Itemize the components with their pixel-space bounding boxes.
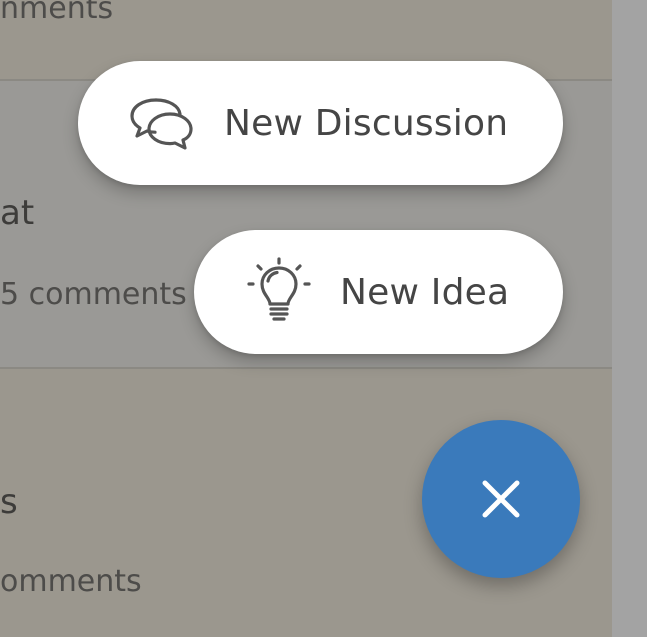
new-discussion-label: New Discussion: [224, 102, 509, 144]
close-speed-dial-button[interactable]: [422, 420, 580, 578]
app-screen: nments at 5 comments s omments New Discu…: [0, 0, 647, 637]
comment-count: 5 comments: [0, 277, 187, 312]
chat-bubbles-icon: [126, 95, 196, 151]
comment-count: nments: [0, 0, 114, 26]
lightbulb-icon: [244, 257, 314, 327]
item-title: at: [0, 193, 35, 233]
new-idea-label: New Idea: [340, 271, 510, 313]
item-title: s: [0, 482, 18, 522]
divider: [0, 367, 612, 369]
comment-count: omments: [0, 564, 142, 599]
scrollbar-track: [612, 0, 647, 637]
new-discussion-button[interactable]: New Discussion: [78, 61, 563, 185]
new-idea-button[interactable]: New Idea: [194, 230, 563, 354]
close-icon: [482, 480, 520, 518]
